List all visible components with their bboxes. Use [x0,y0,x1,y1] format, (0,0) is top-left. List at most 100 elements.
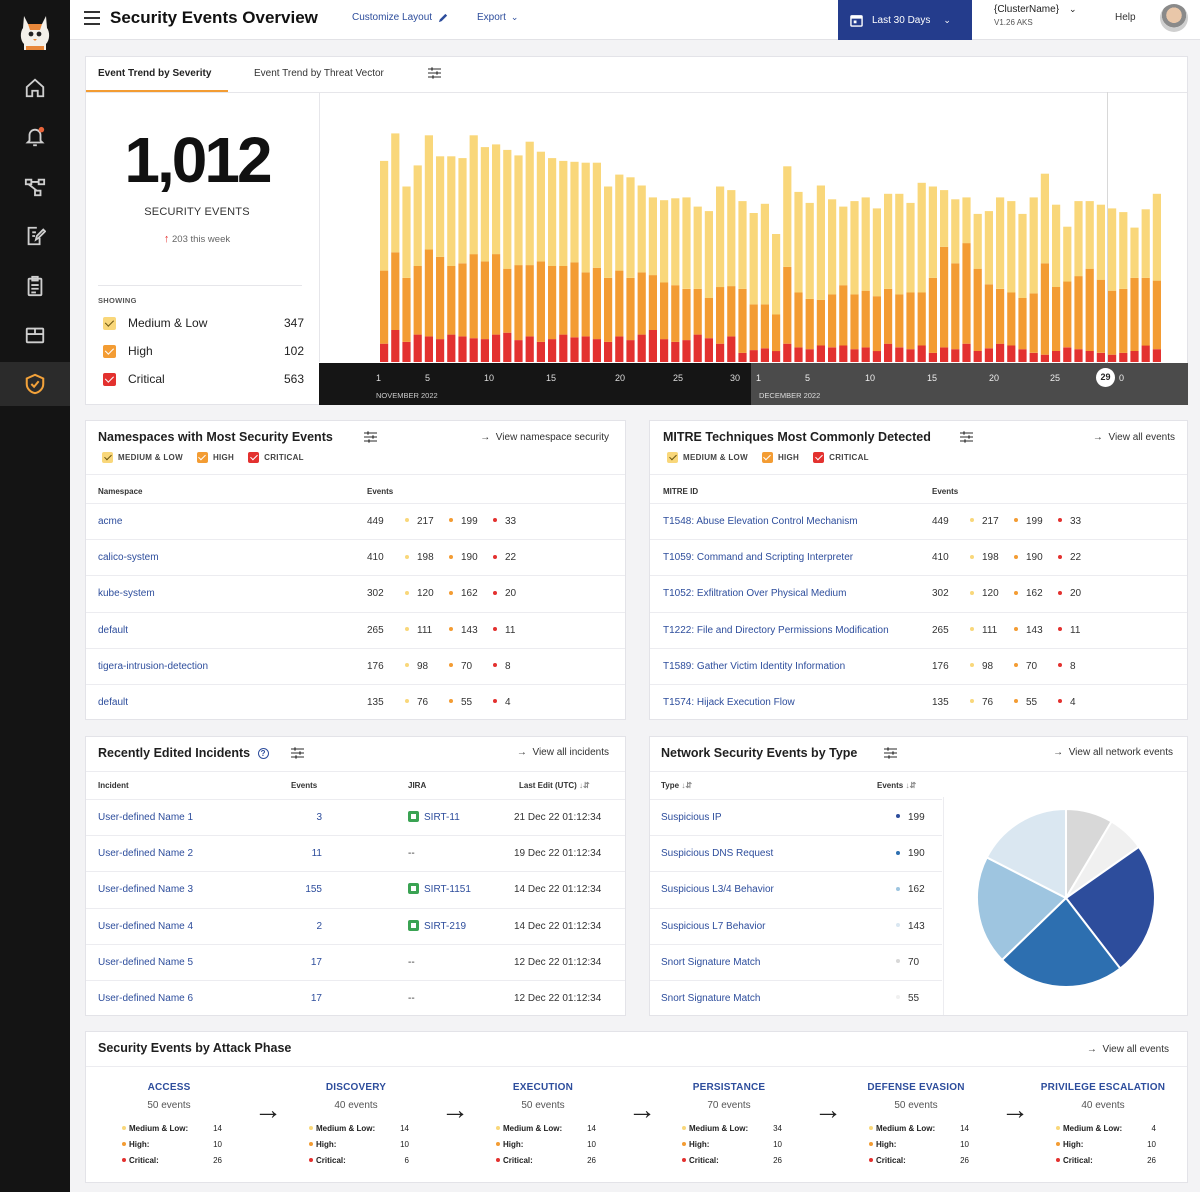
bar-medium-low[interactable] [984,211,993,285]
bar-medium-low[interactable] [458,158,467,264]
bar-high[interactable] [716,287,725,344]
row-name-link[interactable]: T1052: Exfiltration Over Physical Medium [663,588,846,599]
bar-high[interactable] [1040,263,1049,355]
network-type-link[interactable]: Suspicious IP [661,812,722,823]
bar-critical[interactable] [637,334,646,362]
bar-high[interactable] [805,298,814,350]
attack-phase[interactable]: PERSISTANCE 70 events Medium & Low: 34 High:… [654,1082,804,1165]
table-row[interactable]: T1574: Hijack Execution Flow 135 76 55 4 [650,684,1187,720]
bar-medium-low[interactable] [447,156,456,266]
bar-critical[interactable] [413,334,422,362]
row-name-link[interactable]: default [98,625,128,636]
bar-high[interactable] [996,288,1005,344]
bar-medium-low[interactable] [772,234,781,315]
bar-medium-low[interactable] [884,193,893,289]
bar-critical[interactable] [402,341,411,362]
bar-high[interactable] [626,277,635,341]
bar-critical[interactable] [1096,352,1105,362]
legend-medium-low[interactable]: Medium & Low 347 [103,316,304,330]
bar-medium-low[interactable] [1052,204,1061,287]
table-row[interactable]: User-defined Name 4 2 SIRT-219 14 Dec 22 01… [86,907,625,944]
bar-critical[interactable] [615,336,624,362]
bar-medium-low[interactable] [1130,227,1139,278]
bar-critical[interactable] [1130,351,1139,362]
bar-high[interactable] [940,246,949,348]
bar-critical[interactable] [391,330,400,362]
bar-high[interactable] [1029,293,1038,353]
bar-critical[interactable] [1040,354,1049,362]
checkbox-medium-low[interactable] [102,452,113,463]
column-header-incident[interactable]: Incident [98,781,129,790]
bar-high[interactable] [525,265,534,337]
bar-high[interactable] [951,263,960,350]
bar-medium-low[interactable] [559,160,568,266]
column-header-namespace[interactable]: Namespace [98,487,142,496]
bar-medium-low[interactable] [604,186,613,278]
table-row[interactable]: Snort Signature Match 70 [650,943,942,980]
bar-medium-low[interactable] [1119,212,1128,289]
bar-medium-low[interactable] [402,186,411,278]
bar-high[interactable] [637,272,646,335]
incident-name-link[interactable]: User-defined Name 6 [98,993,193,1004]
network-type-link[interactable]: Snort Signature Match [661,993,761,1004]
bar-high[interactable] [917,292,926,346]
network-type-link[interactable]: Snort Signature Match [661,957,761,968]
bar-critical[interactable] [951,349,960,362]
bar-critical[interactable] [1007,345,1016,363]
incident-jira[interactable]: SIRT-1151 [408,883,471,896]
incident-name-link[interactable]: User-defined Name 3 [98,884,193,895]
view-all-events-link[interactable]: → View all events [1093,432,1175,443]
bar-critical[interactable] [816,345,825,363]
attack-phase[interactable]: DEFENSE EVASION 50 events Medium & Low: 14 H… [841,1082,991,1165]
bar-critical[interactable] [984,348,993,362]
row-name-link[interactable]: calico-system [98,552,159,563]
bar-high[interactable] [1074,276,1083,350]
table-row[interactable]: default 265 111 143 11 [86,611,625,648]
bar-medium-low[interactable] [492,144,501,255]
bar-high[interactable] [1063,281,1072,348]
row-name-link[interactable]: T1059: Command and Scripting Interpreter [663,552,853,563]
bar-critical[interactable] [772,351,781,362]
bar-high[interactable] [536,261,545,342]
network-type-link[interactable]: Suspicious DNS Request [661,848,773,859]
bar-critical[interactable] [380,343,389,362]
bar-medium-low[interactable] [436,156,445,257]
bar-critical[interactable] [480,339,489,362]
bar-medium-low[interactable] [749,213,758,305]
bar-high[interactable] [615,270,624,337]
export-button[interactable]: Export ⌄ [477,12,518,23]
bar-high[interactable] [581,272,590,337]
bar-critical[interactable] [884,343,893,362]
bar-high[interactable] [402,277,411,342]
bar-critical[interactable] [749,350,758,362]
bar-medium-low[interactable] [1018,213,1027,298]
legend-critical[interactable]: Critical 563 [103,372,304,386]
table-row[interactable]: Snort Signature Match 55 [650,980,942,1016]
bar-medium-low[interactable] [514,155,523,266]
bar-medium-low[interactable] [716,186,725,288]
table-row[interactable]: T1052: Exfiltration Over Physical Medium… [650,575,1187,611]
bar-medium-low[interactable] [480,147,489,262]
bar-high[interactable] [1096,279,1105,353]
bar-critical[interactable] [906,349,915,362]
bar-critical[interactable] [738,352,747,362]
row-name-link[interactable]: T1548: Abuse Elevation Control Mechanism [663,516,858,527]
checkbox-critical[interactable] [248,452,260,463]
bar-medium-low[interactable] [1152,193,1161,281]
bar-critical[interactable] [682,340,691,362]
customize-layout-button[interactable]: Customize Layout [352,12,449,23]
legend-high[interactable]: HIGH [761,452,799,463]
bar-medium-low[interactable] [626,177,635,278]
bar-critical[interactable] [727,336,736,362]
bar-medium-low[interactable] [973,213,982,269]
bar-high[interactable] [828,294,837,348]
bar-critical[interactable] [604,341,613,362]
edit-document-icon[interactable] [21,222,49,250]
bar-high[interactable] [1007,292,1016,346]
incident-name-link[interactable]: User-defined Name 1 [98,812,193,823]
bar-medium-low[interactable] [962,197,971,244]
view-all-network-events-link[interactable]: → View all network events [1053,747,1173,758]
bar-high[interactable] [772,314,781,352]
bar-high[interactable] [1018,298,1027,350]
bar-medium-low[interactable] [469,135,478,255]
